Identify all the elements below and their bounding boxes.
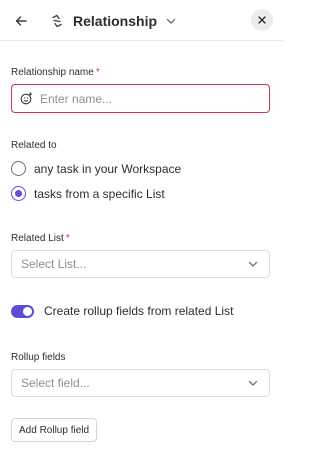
panel-header: Relationship <box>0 0 283 41</box>
close-button[interactable] <box>251 9 273 31</box>
close-icon <box>258 16 266 24</box>
radio-label: tasks from a specific List <box>34 186 165 201</box>
relationship-name-label-text: Relationship name <box>11 67 94 78</box>
radio-dot <box>15 190 22 197</box>
required-marker: * <box>95 67 100 78</box>
related-list-label-text: Related List <box>11 233 64 244</box>
rollup-toggle-row[interactable]: Create rollup fields from related List <box>11 304 233 318</box>
emoji-add-icon[interactable] <box>20 92 33 105</box>
rollup-fields-select[interactable]: Select field... <box>11 369 270 397</box>
related-list-placeholder: Select List... <box>21 257 87 271</box>
radio-specific-list[interactable]: tasks from a specific List <box>11 186 165 201</box>
chevron-down-icon <box>247 258 259 270</box>
radio-label: any task in your Workspace <box>34 161 182 176</box>
related-list-label: Related List * <box>11 233 70 244</box>
chevron-down-icon <box>247 377 259 389</box>
rollup-toggle[interactable] <box>11 304 34 318</box>
chevron-down-icon <box>165 15 177 27</box>
toggle-knob <box>23 306 32 316</box>
radio-button-checked[interactable] <box>11 186 26 201</box>
panel-title: Relationship <box>73 13 158 29</box>
rollup-fields-placeholder: Select field... <box>21 376 90 390</box>
related-list-select[interactable]: Select List... <box>11 250 270 278</box>
relationship-icon <box>50 14 64 28</box>
arrow-left-icon <box>15 16 27 26</box>
relationship-name-label: Relationship name * <box>11 67 100 78</box>
relationship-name-input[interactable] <box>40 91 250 106</box>
add-rollup-field-button[interactable]: Add Rollup field <box>11 418 98 442</box>
related-to-label: Related to <box>11 140 57 151</box>
back-button[interactable] <box>10 10 32 32</box>
field-type-selector[interactable]: Relationship <box>50 10 177 32</box>
rollup-fields-label: Rollup fields <box>11 352 66 363</box>
rollup-toggle-label: Create rollup fields from related List <box>44 304 234 318</box>
required-marker: * <box>65 233 70 244</box>
radio-any-task[interactable]: any task in your Workspace <box>11 161 181 176</box>
radio-button[interactable] <box>11 161 26 176</box>
relationship-name-field[interactable] <box>11 84 270 113</box>
